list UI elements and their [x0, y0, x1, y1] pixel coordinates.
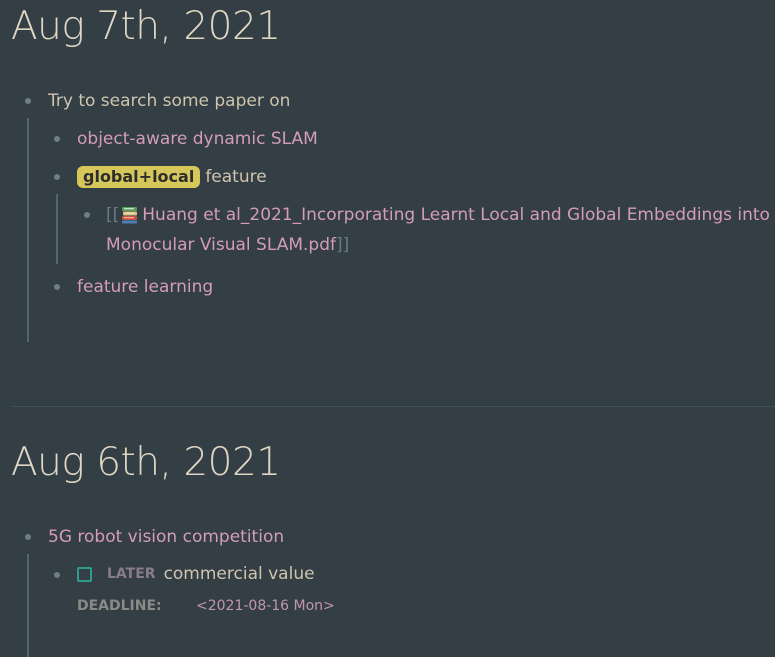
- deadline-date[interactable]: <2021-08-16 Mon>: [196, 598, 335, 614]
- pdf-link-line2[interactable]: Monocular Visual SLAM.pdf: [106, 235, 336, 255]
- tag-global-local[interactable]: global+local: [77, 166, 201, 188]
- block-feature-learning[interactable]: feature learning: [77, 273, 213, 301]
- journal-title[interactable]: Aug 7th, 2021: [11, 4, 281, 49]
- block-pdf-link[interactable]: [[ Huang et al_2021_Incorporating Learnt…: [106, 201, 770, 229]
- task-text: commercial value: [163, 564, 315, 584]
- task-marker[interactable]: LATER: [107, 566, 156, 582]
- bullet-dot-icon[interactable]: [54, 284, 60, 290]
- link-bracket-close: ]]: [335, 235, 350, 255]
- journal-divider: [11, 406, 775, 407]
- deadline-label: DEADLINE:: [77, 598, 162, 614]
- journals-page: Aug 7th, 2021 Try to search some paper o…: [0, 0, 775, 657]
- pdf-link-line1[interactable]: Huang et al_2021_Incorporating Learnt Lo…: [142, 205, 770, 225]
- checkbox-icon[interactable]: [77, 566, 92, 582]
- block-task-later[interactable]: LATER commercial value: [77, 560, 315, 588]
- bullet-dot-icon[interactable]: [54, 572, 60, 578]
- indent-guide: [56, 194, 58, 264]
- bullet-dot-icon[interactable]: [25, 534, 31, 540]
- pdf-link-line2-row[interactable]: Monocular Visual SLAM.pdf]]: [106, 235, 349, 255]
- bullet-dot-icon[interactable]: [84, 212, 90, 218]
- block-5g-robot[interactable]: 5G robot vision competition: [48, 523, 284, 551]
- bullet-dot-icon[interactable]: [25, 98, 31, 104]
- page-ref-link[interactable]: 5G robot vision competition: [48, 527, 284, 547]
- bullet-dot-icon[interactable]: [54, 136, 60, 142]
- block-global-local[interactable]: global+local feature: [77, 163, 267, 191]
- books-icon: [122, 207, 138, 224]
- bullet-dot-icon[interactable]: [54, 174, 60, 180]
- indent-guide: [27, 554, 29, 657]
- block-try-search[interactable]: Try to search some paper on: [48, 87, 290, 115]
- indent-guide: [27, 118, 29, 342]
- page-ref-link[interactable]: object-aware dynamic SLAM: [77, 129, 318, 149]
- block-object-aware[interactable]: object-aware dynamic SLAM: [77, 125, 318, 153]
- page-ref-link[interactable]: feature learning: [77, 277, 213, 297]
- link-bracket-open: [[: [106, 205, 120, 225]
- block-text: Try to search some paper on: [48, 91, 291, 111]
- journal-title[interactable]: Aug 6th, 2021: [11, 440, 281, 485]
- block-text: feature: [205, 167, 267, 187]
